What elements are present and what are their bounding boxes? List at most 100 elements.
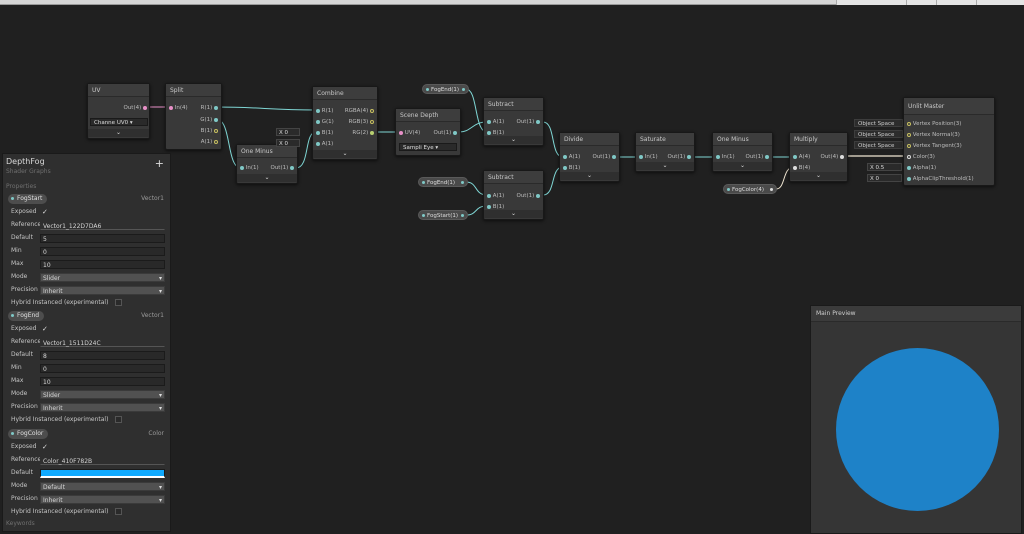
default-color-field[interactable] xyxy=(40,469,165,478)
exposed-checkbox[interactable]: ✓ xyxy=(42,209,49,216)
max-field[interactable]: 10 xyxy=(40,377,165,386)
split-b-port[interactable]: B(1) xyxy=(201,126,218,136)
add-property-button[interactable]: + xyxy=(155,158,164,169)
property-fogend[interactable]: FogEnd xyxy=(8,311,45,321)
combine-rgb-port[interactable]: RGB(3) xyxy=(349,117,374,127)
subtract-out-port[interactable]: Out(1) xyxy=(516,117,540,127)
hybrid-checkbox[interactable] xyxy=(115,508,122,515)
subtract-node-2[interactable]: Subtract A(1) B(1) Out(1) ⌄ xyxy=(483,170,544,220)
reference-field[interactable]: Color_410F782B xyxy=(40,456,165,465)
main-preview-panel[interactable]: Main Preview xyxy=(810,305,1022,534)
one-minus-node-2[interactable]: One Minus In(1) Out(1) ⌄ xyxy=(712,132,773,172)
alpha-clip-port[interactable]: AlphaClipThreshold(1) xyxy=(907,174,974,184)
fog-color-property-node[interactable]: FogColor(4) xyxy=(723,184,777,194)
property-fogcolor[interactable]: FogColor xyxy=(8,429,49,439)
mode-dropdown[interactable]: Slider xyxy=(40,273,165,283)
min-field[interactable]: 0 xyxy=(40,364,165,373)
uv-node[interactable]: UV Out(4) Channe UV0 ▾ ⌄ xyxy=(87,83,150,139)
divide-a-port[interactable]: A(1) xyxy=(563,152,580,162)
divide-node[interactable]: Divide A(1) B(1) Out(1) ⌄ xyxy=(559,132,620,182)
mode-dropdown[interactable]: Default xyxy=(40,482,165,492)
one-minus-node-1[interactable]: One Minus In(1) Out(1) ⌄ xyxy=(236,144,298,184)
preview-sphere[interactable] xyxy=(836,348,999,511)
alpha-port[interactable]: Alpha(1) xyxy=(907,163,936,173)
scene-depth-out-port[interactable]: Out(1) xyxy=(433,128,457,138)
combine-a-port[interactable]: A(1) xyxy=(316,139,333,149)
chevron-down-icon[interactable]: ⌄ xyxy=(484,210,543,218)
port-dot xyxy=(536,119,540,124)
port-dot xyxy=(370,108,374,113)
chevron-down-icon[interactable]: ⌄ xyxy=(713,162,772,170)
combine-b-input[interactable]: X 0 xyxy=(276,128,300,136)
alpha-clip-input[interactable]: X 0 xyxy=(867,174,902,182)
combine-r-port[interactable]: R(1) xyxy=(316,106,333,116)
sampling-dropdown[interactable]: Sampli Eye ▾ xyxy=(399,143,457,151)
vertex-normal-port[interactable]: Vertex Normal(3) xyxy=(907,130,960,140)
fog-end-property-node[interactable]: FogEnd(1) xyxy=(418,177,468,187)
hybrid-checkbox[interactable] xyxy=(115,416,122,423)
max-field[interactable]: 10 xyxy=(40,260,165,269)
saturate-in-port[interactable]: In(1) xyxy=(639,152,658,162)
scene-depth-node[interactable]: Scene Depth UV(4) Out(1) Sampli Eye ▾ xyxy=(395,108,461,156)
subtract-a-port[interactable]: A(1) xyxy=(487,117,504,127)
split-in-port[interactable]: In(4) xyxy=(169,103,188,113)
vertex-normal-space[interactable]: Object Space xyxy=(854,130,903,138)
one-minus-in-port[interactable]: In(1) xyxy=(716,152,735,162)
reference-field[interactable]: Vector1_122D7DA6 xyxy=(40,221,165,230)
combine-g-port[interactable]: G(1) xyxy=(316,117,334,127)
saturate-node[interactable]: Saturate In(1) Out(1) ⌄ xyxy=(635,132,695,172)
vertex-tangent-port[interactable]: Vertex Tangent(3) xyxy=(907,141,962,151)
precision-dropdown[interactable]: Inherit xyxy=(40,495,165,505)
multiply-node[interactable]: Multiply A(4) B(4) Out(4) ⌄ xyxy=(789,132,848,182)
fog-end-property-node[interactable]: FogEnd(1) xyxy=(422,84,469,94)
chevron-down-icon[interactable]: ⌄ xyxy=(237,174,297,182)
one-minus-out-port[interactable]: Out(1) xyxy=(745,152,769,162)
subtract-node-1[interactable]: Subtract A(1) B(1) Out(1) ⌄ xyxy=(483,97,544,146)
chevron-down-icon[interactable]: ⌄ xyxy=(790,172,847,180)
chevron-down-icon[interactable]: ⌄ xyxy=(313,150,377,158)
precision-dropdown[interactable]: Inherit xyxy=(40,286,165,296)
subtract-a-port[interactable]: A(1) xyxy=(487,191,504,201)
vertex-position-space[interactable]: Object Space xyxy=(854,119,903,127)
chevron-down-icon[interactable]: ⌄ xyxy=(484,136,543,144)
unlit-master-node[interactable]: Unlit Master Vertex Position(3) Vertex N… xyxy=(903,97,995,186)
chevron-down-icon[interactable]: ⌄ xyxy=(636,162,694,170)
multiply-out-port[interactable]: Out(4) xyxy=(820,152,844,162)
default-field[interactable]: 8 xyxy=(40,351,165,360)
one-minus-out-port[interactable]: Out(1) xyxy=(270,163,294,173)
split-r-port[interactable]: R(1) xyxy=(201,103,218,113)
split-a-port[interactable]: A(1) xyxy=(201,137,218,147)
combine-node[interactable]: Combine R(1) G(1) B(1) A(1) RGBA(4) RGB(… xyxy=(312,86,378,160)
chevron-down-icon[interactable]: ⌄ xyxy=(560,172,619,180)
color-port[interactable]: Color(3) xyxy=(907,152,935,162)
default-field[interactable]: 5 xyxy=(40,234,165,243)
reference-field[interactable]: Vector1_1511D24C xyxy=(40,338,165,347)
channel-dropdown[interactable]: Channe UV0 ▾ xyxy=(90,118,148,126)
combine-a-input[interactable]: X 0 xyxy=(276,139,300,147)
one-minus-in-port[interactable]: In(1) xyxy=(240,163,259,173)
saturate-out-port[interactable]: Out(1) xyxy=(667,152,691,162)
mode-dropdown[interactable]: Slider xyxy=(40,390,165,400)
subtract-out-port[interactable]: Out(1) xyxy=(516,191,540,201)
precision-dropdown[interactable]: Inherit xyxy=(40,403,165,413)
scene-depth-uv-port[interactable]: UV(4) xyxy=(399,128,420,138)
fog-start-property-node[interactable]: FogStart(1) xyxy=(418,210,468,220)
combine-b-port[interactable]: B(1) xyxy=(316,128,333,138)
split-node[interactable]: Split In(4) R(1) G(1) B(1) A(1) xyxy=(165,83,222,150)
chevron-down-icon[interactable]: ⌄ xyxy=(88,129,149,137)
divide-out-port[interactable]: Out(1) xyxy=(592,152,616,162)
split-g-port[interactable]: G(1) xyxy=(200,115,218,125)
property-fogstart[interactable]: FogStart xyxy=(8,194,48,204)
multiply-a-port[interactable]: A(4) xyxy=(793,152,810,162)
exposed-checkbox[interactable]: ✓ xyxy=(42,326,49,333)
vertex-tangent-space[interactable]: Object Space xyxy=(854,141,903,149)
combine-rgba-port[interactable]: RGBA(4) xyxy=(345,106,374,116)
combine-rg-port[interactable]: RG(2) xyxy=(352,128,374,138)
min-field[interactable]: 0 xyxy=(40,247,165,256)
hybrid-checkbox[interactable] xyxy=(115,299,122,306)
vertex-position-port[interactable]: Vertex Position(3) xyxy=(907,119,961,129)
x-value: 0 xyxy=(284,141,289,147)
alpha-input[interactable]: X 0.5 xyxy=(867,163,902,171)
exposed-checkbox[interactable]: ✓ xyxy=(42,444,49,451)
uv-out-port[interactable]: Out(4) xyxy=(123,103,147,113)
